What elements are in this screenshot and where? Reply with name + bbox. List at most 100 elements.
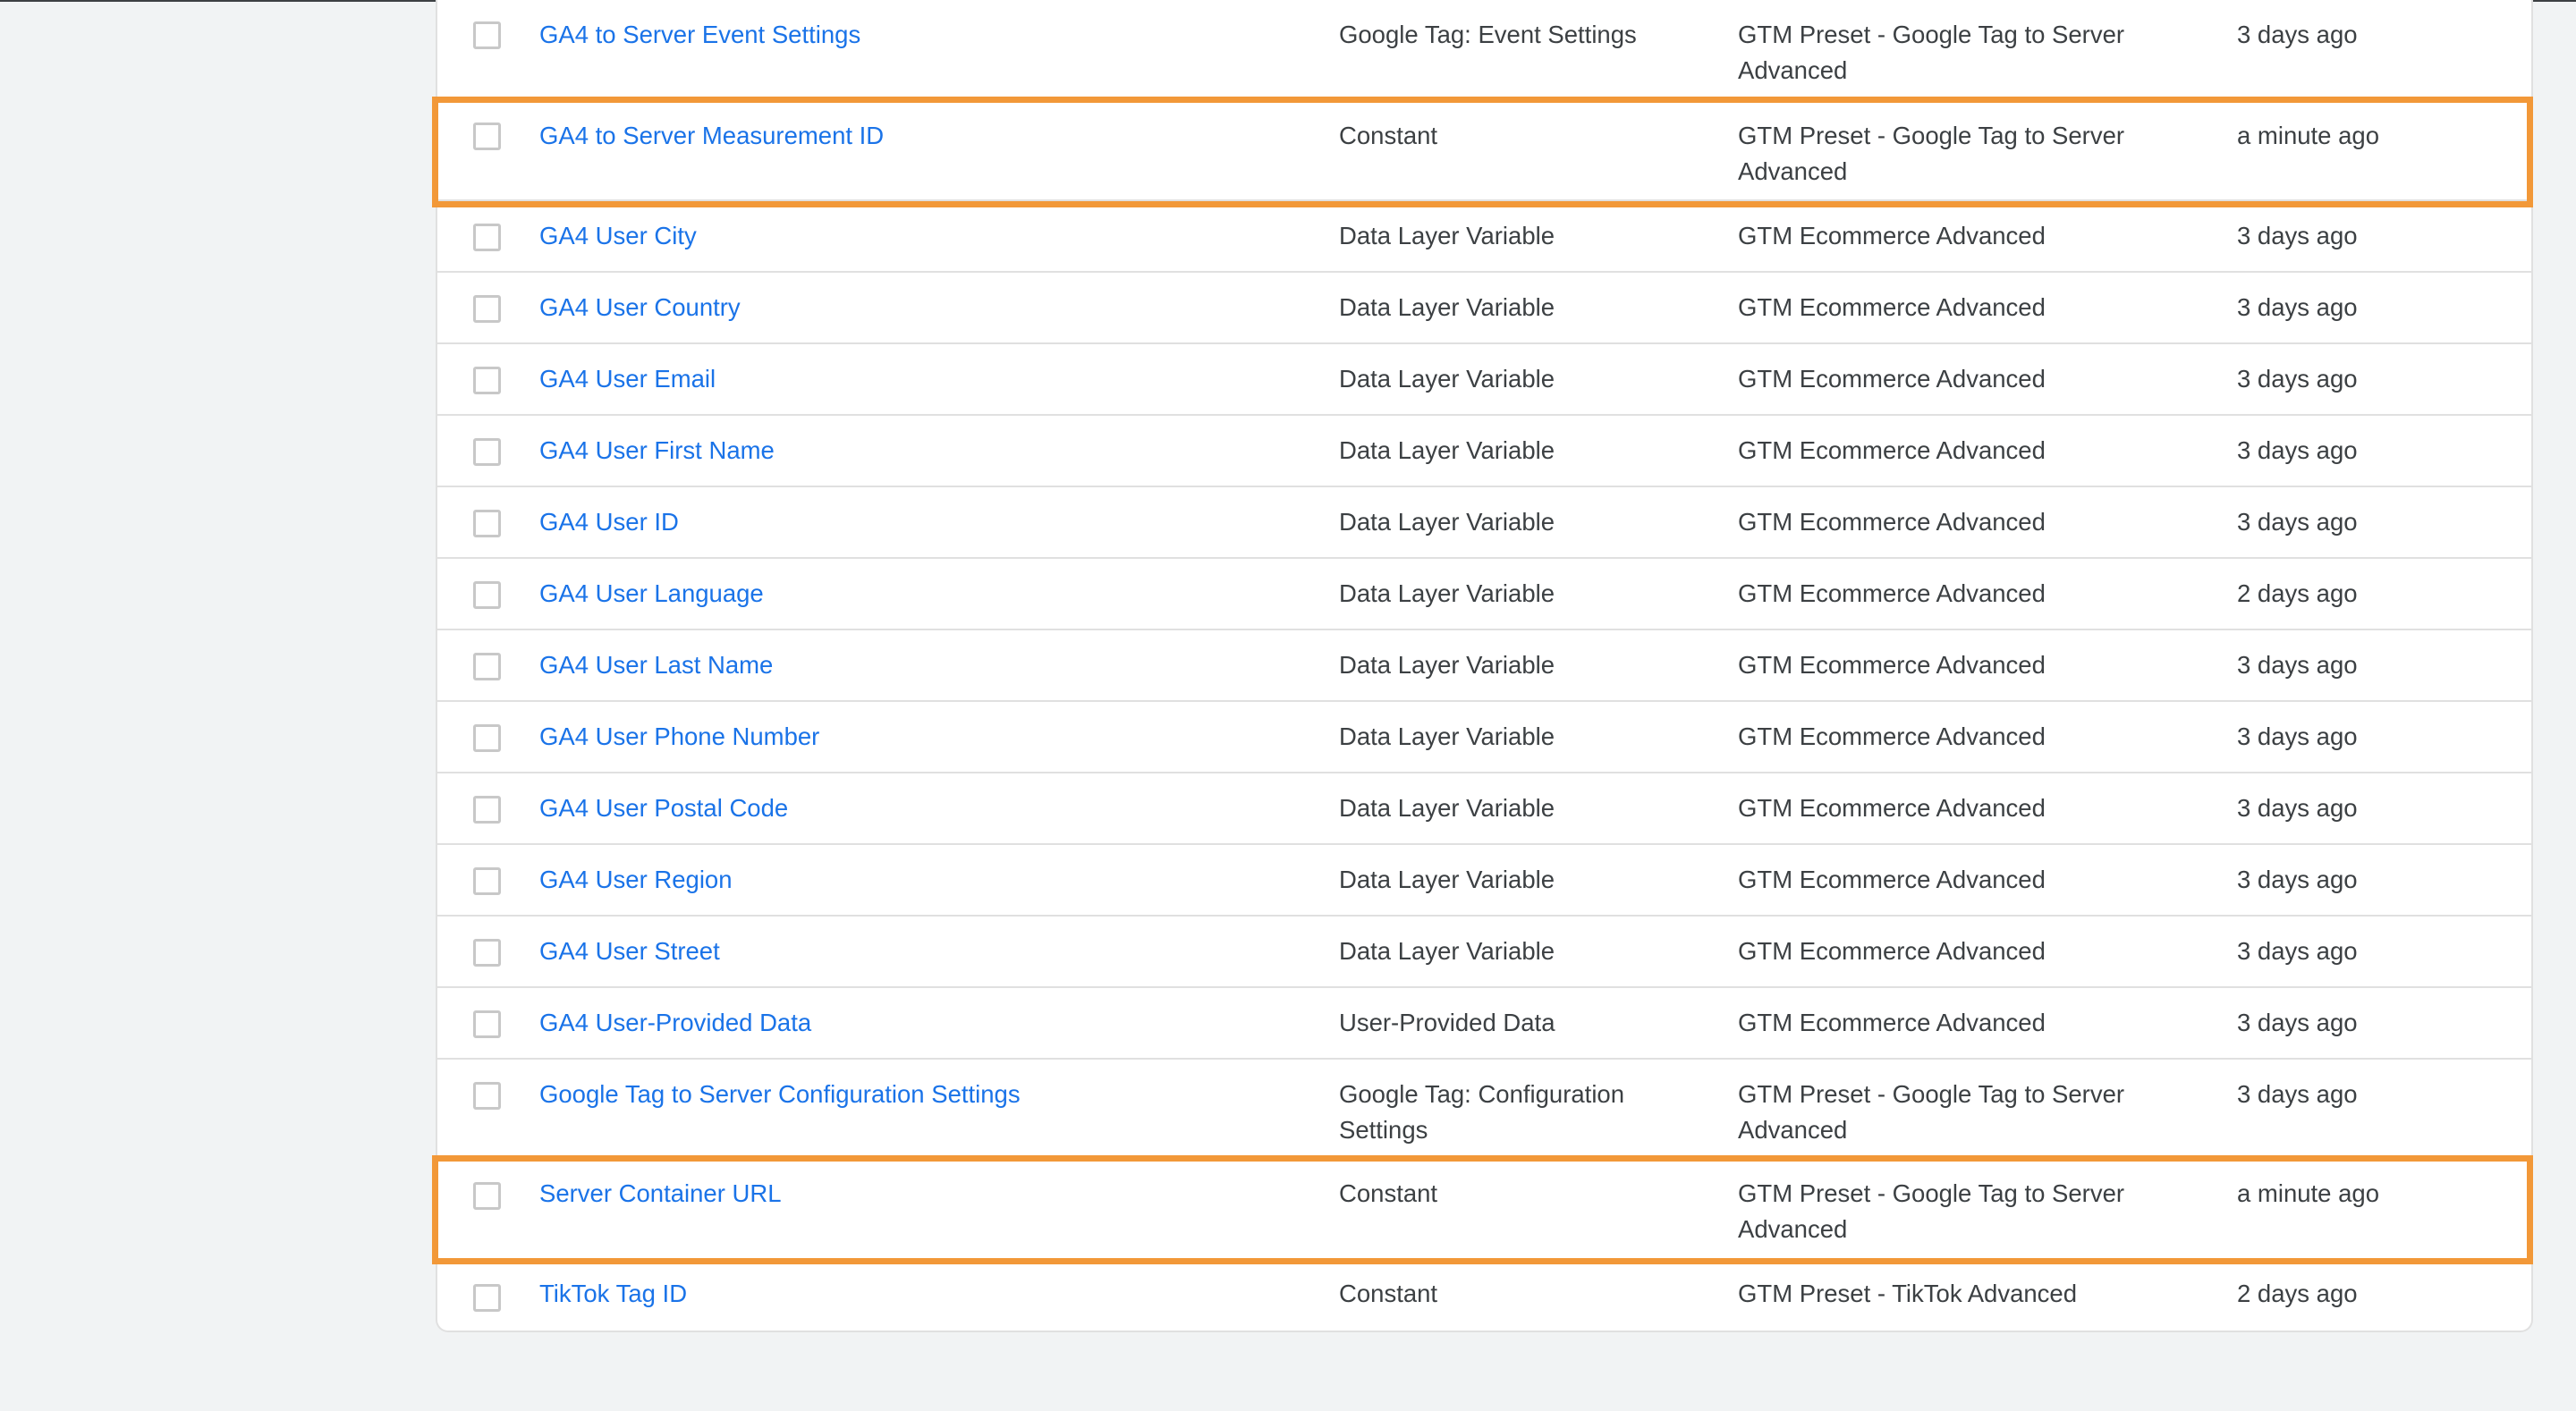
variable-type: Constant xyxy=(1339,122,1438,149)
table-row: GA4 to Server Measurement ID Constant GT… xyxy=(437,100,2531,201)
table-row: GA4 User Region Data Layer Variable GTM … xyxy=(437,845,2531,917)
variable-name-link[interactable]: Google Tag to Server Configuration Setti… xyxy=(539,1077,1021,1112)
variable-type: Google Tag: Configuration Settings xyxy=(1339,1080,1625,1144)
variable-type: User-Provided Data xyxy=(1339,1009,1555,1036)
variable-folder: GTM Ecommerce Advanced xyxy=(1738,651,2046,679)
variable-name-link[interactable]: GA4 User ID xyxy=(539,504,679,540)
variable-type: Data Layer Variable xyxy=(1339,436,1555,464)
row-checkbox[interactable] xyxy=(473,295,501,323)
table-row: GA4 User-Provided Data User-Provided Dat… xyxy=(437,988,2531,1060)
row-checkbox[interactable] xyxy=(473,653,501,680)
table-row: GA4 User Email Data Layer Variable GTM E… xyxy=(437,344,2531,416)
table-row: GA4 User Last Name Data Layer Variable G… xyxy=(437,630,2531,702)
row-checkbox[interactable] xyxy=(473,581,501,609)
row-checkbox[interactable] xyxy=(473,367,501,394)
variable-name-link[interactable]: GA4 User First Name xyxy=(539,433,775,469)
last-edited: a minute ago xyxy=(2237,122,2379,149)
variable-name-link[interactable]: GA4 User Street xyxy=(539,934,720,969)
row-checkbox[interactable] xyxy=(473,224,501,251)
variable-name-link[interactable]: GA4 User Last Name xyxy=(539,647,773,683)
variable-type: Google Tag: Event Settings xyxy=(1339,21,1637,48)
table-row: Google Tag to Server Configuration Setti… xyxy=(437,1060,2531,1160)
row-checkbox[interactable] xyxy=(473,939,501,967)
table-row: GA4 User Street Data Layer Variable GTM … xyxy=(437,917,2531,988)
variable-name-link[interactable]: GA4 User Postal Code xyxy=(539,790,788,826)
last-edited: 3 days ago xyxy=(2237,222,2358,249)
variables-table: GA4 to Server Event Settings Google Tag:… xyxy=(436,0,2533,1332)
variable-folder: GTM Preset - TikTok Advanced xyxy=(1738,1280,2078,1307)
variable-type: Constant xyxy=(1339,1280,1438,1307)
table-row: GA4 User First Name Data Layer Variable … xyxy=(437,416,2531,487)
last-edited: 3 days ago xyxy=(2237,1080,2358,1108)
last-edited: a minute ago xyxy=(2237,1179,2379,1207)
variable-folder: GTM Preset - Google Tag to Server Advanc… xyxy=(1738,122,2125,185)
table-row: TikTok Tag ID Constant GTM Preset - TikT… xyxy=(437,1261,2531,1331)
variable-name-link[interactable]: GA4 to Server Measurement ID xyxy=(539,118,884,154)
last-edited: 2 days ago xyxy=(2237,1280,2358,1307)
table-row: GA4 User Country Data Layer Variable GTM… xyxy=(437,273,2531,344)
variable-type: Data Layer Variable xyxy=(1339,293,1555,321)
row-checkbox[interactable] xyxy=(473,1082,501,1110)
variable-folder: GTM Preset - Google Tag to Server Advanc… xyxy=(1738,1080,2125,1144)
table-row: GA4 User City Data Layer Variable GTM Ec… xyxy=(437,201,2531,273)
row-checkbox[interactable] xyxy=(473,867,501,895)
table-row: GA4 User ID Data Layer Variable GTM Ecom… xyxy=(437,487,2531,559)
variable-type: Data Layer Variable xyxy=(1339,722,1555,750)
table-row: Server Container URL Constant GTM Preset… xyxy=(437,1160,2531,1261)
row-checkbox[interactable] xyxy=(473,1284,501,1312)
variable-type: Data Layer Variable xyxy=(1339,651,1555,679)
variable-folder: GTM Ecommerce Advanced xyxy=(1738,579,2046,607)
variable-name-link[interactable]: GA4 User Phone Number xyxy=(539,719,819,755)
variable-type: Data Layer Variable xyxy=(1339,579,1555,607)
variable-name-link[interactable]: TikTok Tag ID xyxy=(539,1276,687,1312)
variable-name-link[interactable]: GA4 User Region xyxy=(539,862,733,898)
last-edited: 3 days ago xyxy=(2237,937,2358,965)
variable-folder: GTM Preset - Google Tag to Server Advanc… xyxy=(1738,1179,2125,1243)
last-edited: 3 days ago xyxy=(2237,722,2358,750)
row-checkbox[interactable] xyxy=(473,1182,501,1210)
variable-name-link[interactable]: Server Container URL xyxy=(539,1176,782,1212)
last-edited: 3 days ago xyxy=(2237,293,2358,321)
variable-name-link[interactable]: GA4 User City xyxy=(539,218,697,254)
variable-type: Data Layer Variable xyxy=(1339,866,1555,893)
last-edited: 3 days ago xyxy=(2237,866,2358,893)
row-checkbox[interactable] xyxy=(473,21,501,49)
last-edited: 2 days ago xyxy=(2237,579,2358,607)
variable-folder: GTM Ecommerce Advanced xyxy=(1738,937,2046,965)
last-edited: 3 days ago xyxy=(2237,651,2358,679)
row-checkbox[interactable] xyxy=(473,1010,501,1038)
row-checkbox[interactable] xyxy=(473,123,501,150)
last-edited: 3 days ago xyxy=(2237,1009,2358,1036)
variable-type: Data Layer Variable xyxy=(1339,365,1555,393)
variable-type: Data Layer Variable xyxy=(1339,794,1555,822)
row-checkbox[interactable] xyxy=(473,510,501,537)
variable-type: Data Layer Variable xyxy=(1339,508,1555,536)
variable-type: Data Layer Variable xyxy=(1339,937,1555,965)
variable-folder: GTM Ecommerce Advanced xyxy=(1738,1009,2046,1036)
last-edited: 3 days ago xyxy=(2237,794,2358,822)
variable-folder: GTM Ecommerce Advanced xyxy=(1738,222,2046,249)
variable-name-link[interactable]: GA4 User Country xyxy=(539,290,741,325)
variable-folder: GTM Ecommerce Advanced xyxy=(1738,722,2046,750)
table-row: GA4 User Language Data Layer Variable GT… xyxy=(437,559,2531,630)
variable-name-link[interactable]: GA4 to Server Event Settings xyxy=(539,17,860,53)
variable-folder: GTM Preset - Google Tag to Server Advanc… xyxy=(1738,21,2125,84)
variable-name-link[interactable]: GA4 User Language xyxy=(539,576,764,612)
last-edited: 3 days ago xyxy=(2237,365,2358,393)
row-checkbox[interactable] xyxy=(473,724,501,752)
table-row: GA4 User Postal Code Data Layer Variable… xyxy=(437,773,2531,845)
last-edited: 3 days ago xyxy=(2237,436,2358,464)
variable-name-link[interactable]: GA4 User Email xyxy=(539,361,716,397)
table-row: GA4 User Phone Number Data Layer Variabl… xyxy=(437,702,2531,773)
variable-name-link[interactable]: GA4 User-Provided Data xyxy=(539,1005,811,1041)
variable-type: Constant xyxy=(1339,1179,1438,1207)
variable-type: Data Layer Variable xyxy=(1339,222,1555,249)
row-checkbox[interactable] xyxy=(473,796,501,824)
variable-folder: GTM Ecommerce Advanced xyxy=(1738,436,2046,464)
row-checkbox[interactable] xyxy=(473,438,501,466)
variable-folder: GTM Ecommerce Advanced xyxy=(1738,794,2046,822)
variable-folder: GTM Ecommerce Advanced xyxy=(1738,508,2046,536)
table-row: GA4 to Server Event Settings Google Tag:… xyxy=(437,0,2531,100)
variable-folder: GTM Ecommerce Advanced xyxy=(1738,866,2046,893)
variable-folder: GTM Ecommerce Advanced xyxy=(1738,293,2046,321)
